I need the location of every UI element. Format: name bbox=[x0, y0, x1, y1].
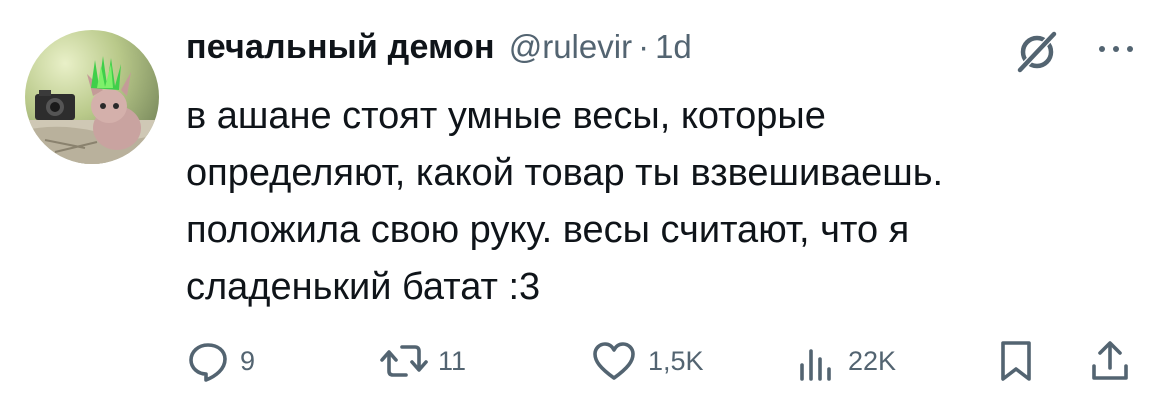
tweet[interactable]: печальный демон @rulevir · 1d в ашане ст… bbox=[0, 0, 1170, 416]
tweet-actions: 9 11 1,5K 22K bbox=[186, 336, 1142, 386]
reply-icon bbox=[186, 339, 230, 383]
reply-count: 9 bbox=[240, 345, 256, 376]
avatar[interactable] bbox=[25, 30, 159, 164]
like-button[interactable]: 1,5K bbox=[590, 336, 704, 386]
views-icon bbox=[794, 339, 838, 383]
timestamp[interactable]: 1d bbox=[655, 28, 692, 66]
views-count: 22K bbox=[848, 345, 897, 376]
tweet-text: в ашане стоят умные весы, которые опреде… bbox=[186, 95, 944, 308]
reply-button[interactable]: 9 bbox=[186, 336, 255, 386]
bookmark-button[interactable] bbox=[996, 336, 1036, 386]
user-handle[interactable]: @rulevir bbox=[509, 28, 632, 66]
share-icon bbox=[1088, 338, 1132, 384]
heart-icon bbox=[590, 339, 638, 383]
tweet-header: печальный демон @rulevir · 1d bbox=[186, 28, 692, 78]
retweet-icon bbox=[380, 339, 428, 383]
share-button[interactable] bbox=[1088, 336, 1132, 386]
like-count: 1,5K bbox=[648, 345, 704, 376]
views-button[interactable]: 22K bbox=[794, 336, 896, 386]
more-icon[interactable] bbox=[1094, 34, 1138, 64]
display-name[interactable]: печальный демон bbox=[186, 28, 495, 67]
avatar-image bbox=[25, 30, 159, 164]
retweet-count: 11 bbox=[438, 345, 467, 376]
bookmark-icon bbox=[996, 338, 1036, 384]
separator-dot: · bbox=[638, 28, 650, 65]
retweet-button[interactable]: 11 bbox=[380, 336, 466, 386]
grok-icon[interactable] bbox=[1012, 28, 1060, 76]
